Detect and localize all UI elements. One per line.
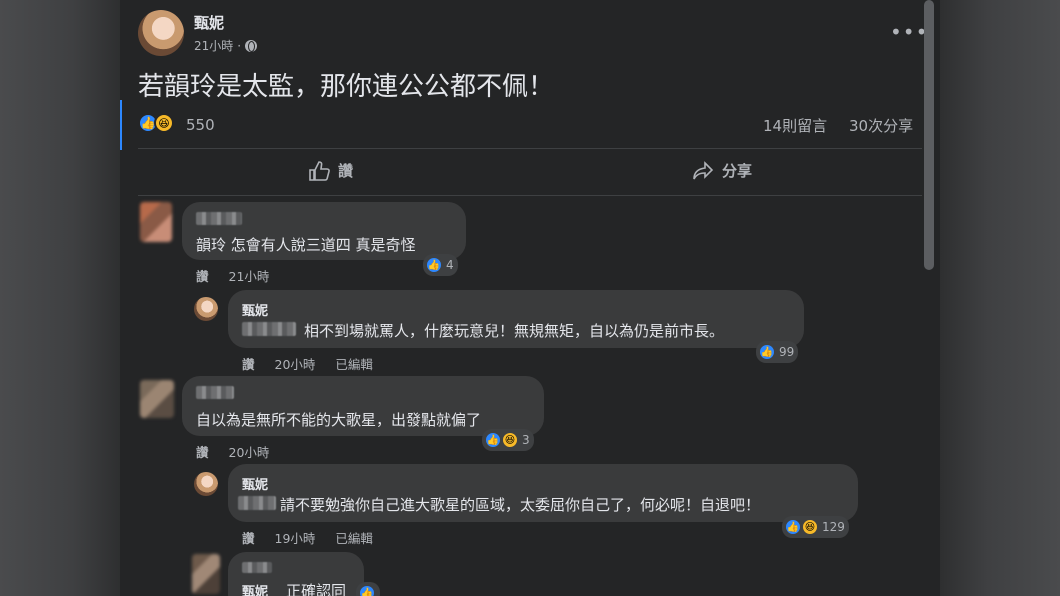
reply-avatar[interactable] [194, 297, 218, 321]
comment-like-link[interactable]: 讚 [196, 266, 209, 285]
scrollbar[interactable] [924, 0, 934, 270]
like-button[interactable]: 讚 [308, 160, 353, 181]
comment-time[interactable]: 21小時 [229, 266, 270, 285]
more-options-button[interactable]: ••• [890, 20, 928, 44]
thumbs-up-icon: 👍 [758, 343, 776, 361]
comment-reactions[interactable]: 👍 😆 3 [482, 429, 534, 451]
blurred-name [196, 212, 242, 225]
focus-indicator [120, 100, 122, 150]
edited-label: 已編輯 [335, 531, 373, 546]
blurred-mention [238, 496, 276, 510]
haha-icon: 😆 [801, 518, 819, 536]
reply-author-name[interactable]: 甄妮 [242, 300, 268, 319]
post-meta: 21小時 · [194, 37, 258, 54]
haha-icon: 😆 [154, 113, 174, 133]
commenter-avatar[interactable] [140, 202, 172, 242]
post-text: 若韻玲是太監，那你連公公都不佩！ [138, 72, 555, 102]
reply-avatar[interactable] [194, 472, 218, 496]
reply-time[interactable]: 19小時 [275, 528, 316, 547]
author-name[interactable]: 甄妮 [194, 12, 224, 33]
reply-bubble: 甄妮 請不要勉強你自己進大歌星的區域，太委屈你自己了，何必呢！自退吧！ [228, 464, 858, 522]
like-label: 讚 [338, 162, 354, 180]
comment-meta: 讚 20小時 [196, 442, 269, 461]
comment-text: 自以為是無所不能的大歌星，出發點就偏了 [196, 411, 482, 429]
divider [138, 195, 922, 196]
reply-mention[interactable]: 甄妮 [242, 581, 268, 596]
commenter-avatar[interactable] [140, 380, 174, 418]
comment-bubble: 韻玲 怎會有人說三道四 真是奇怪 [182, 202, 466, 260]
reply-text: 相不到場就罵人，什麼玩意兒！無規無矩，自以為仍是前市長。 [304, 322, 725, 340]
reply-avatar[interactable] [192, 554, 220, 594]
thumbs-up-icon: 👍 [784, 518, 802, 536]
post-time[interactable]: 21小時 [194, 37, 233, 54]
reply-like-link[interactable]: 讚 [242, 354, 255, 373]
shares-count[interactable]: 30次分享 [849, 115, 913, 136]
reply-like-link[interactable]: 讚 [242, 528, 255, 547]
comments-count[interactable]: 14則留言 [763, 115, 827, 136]
reply-meta: 讚 20小時 已編輯 [242, 354, 373, 373]
reply-meta: 讚 19小時 已編輯 [242, 528, 373, 547]
blurred-name [242, 562, 272, 573]
comment-meta: 讚 21小時 [196, 266, 269, 285]
divider [138, 148, 922, 149]
share-label: 分享 [722, 162, 753, 180]
background-right [940, 0, 1060, 596]
comment-reactions[interactable]: 👍 4 [423, 254, 458, 276]
comment-text: 韻玲 怎會有人說三道四 真是奇怪 [196, 236, 416, 254]
thumbs-up-icon: 👍 [358, 584, 376, 596]
globe-icon [245, 39, 258, 52]
comment-time[interactable]: 20小時 [229, 442, 270, 461]
share-arrow-icon [693, 160, 714, 179]
haha-icon: 😆 [501, 431, 519, 449]
edited-label: 已編輯 [335, 357, 373, 372]
background-left [0, 0, 120, 596]
facebook-post: 甄妮 21小時 · ••• 若韻玲是太監，那你連公公都不佩！ 👍 😆 550 1… [120, 0, 940, 596]
reply-bubble: 甄妮 相不到場就罵人，什麼玩意兒！無規無矩，自以為仍是前市長。 [228, 290, 804, 348]
thumbs-up-icon: 👍 [484, 431, 502, 449]
reply-text: 正確認同 [286, 582, 347, 596]
blurred-mention [242, 322, 296, 336]
thumbs-up-icon: 👍 [425, 256, 443, 274]
reply-author-name[interactable]: 甄妮 [242, 474, 268, 493]
reaction-icons[interactable]: 👍 😆 [138, 113, 174, 133]
reply-reactions[interactable]: 👍 😆 129 [782, 516, 849, 538]
blurred-name [196, 386, 234, 399]
thumbs-up-icon [309, 160, 330, 181]
reply-text: 請不要勉強你自己進大歌星的區域，太委屈你自己了，何必呢！自退吧！ [280, 496, 761, 514]
comment-like-link[interactable]: 讚 [196, 442, 209, 461]
reply-reactions[interactable]: 👍 99 [756, 341, 799, 363]
reply-time[interactable]: 20小時 [275, 354, 316, 373]
author-avatar[interactable] [138, 10, 184, 56]
comment-bubble: 自以為是無所不能的大歌星，出發點就偏了 [182, 376, 544, 436]
reply-reactions[interactable]: 👍 [356, 582, 380, 596]
share-button[interactable]: 分享 [692, 160, 752, 181]
reply-bubble: 甄妮 正確認同 [228, 552, 364, 596]
reactions-count[interactable]: 550 [186, 116, 215, 134]
